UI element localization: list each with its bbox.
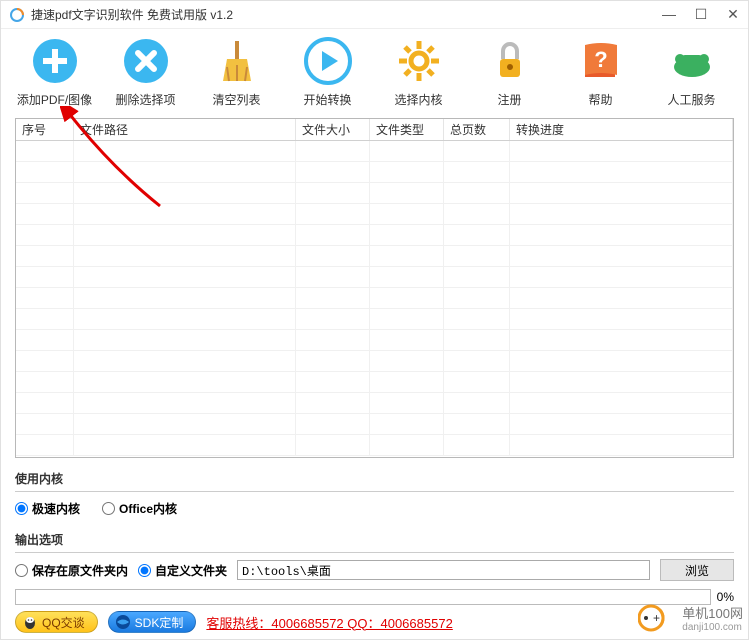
radio-fast-kernel[interactable]: 极速内核 <box>15 500 80 517</box>
add-pdf-button[interactable]: 添加PDF/图像 <box>9 37 100 108</box>
help-button[interactable]: ? 帮助 <box>555 37 646 108</box>
output-path-input[interactable] <box>237 560 650 580</box>
window-title: 捷速pdf文字识别软件 免费试用版 v1.2 <box>31 6 662 23</box>
output-section-label: 输出选项 <box>15 531 734 548</box>
progress-bar <box>15 589 711 605</box>
browse-button[interactable]: 浏览 <box>660 559 734 581</box>
file-table[interactable]: 序号 文件路径 文件大小 文件类型 总页数 转换进度 <box>15 118 734 458</box>
col-pages: 总页数 <box>444 119 510 140</box>
sdk-button[interactable]: SDK定制 <box>108 611 197 633</box>
service-button[interactable]: 人工服务 <box>646 37 737 108</box>
register-button[interactable]: 注册 <box>464 37 555 108</box>
delete-button[interactable]: 删除选择项 <box>100 37 191 108</box>
radio-office-kernel[interactable]: Office内核 <box>102 500 177 517</box>
svg-text:?: ? <box>594 47 607 72</box>
svg-text:+: + <box>653 611 660 625</box>
kernel-button[interactable]: 选择内核 <box>373 37 464 108</box>
start-button[interactable]: 开始转换 <box>282 37 373 108</box>
close-button[interactable]: ✕ <box>726 6 740 23</box>
watermark: + 单机100网 danji100.com <box>638 602 743 634</box>
hotline-link[interactable]: 客服热线：4006685572 QQ：4006685572 <box>206 613 452 632</box>
maximize-button[interactable]: ☐ <box>694 6 708 23</box>
kernel-section-label: 使用内核 <box>15 470 734 487</box>
col-size: 文件大小 <box>296 119 370 140</box>
clear-button[interactable]: 清空列表 <box>191 37 282 108</box>
col-idx: 序号 <box>16 119 74 140</box>
col-type: 文件类型 <box>370 119 444 140</box>
col-path: 文件路径 <box>74 119 296 140</box>
col-progress: 转换进度 <box>510 119 733 140</box>
minimize-button[interactable]: ― <box>662 6 676 23</box>
radio-keep-folder[interactable]: 保存在原文件夹内 <box>15 562 128 579</box>
radio-custom-folder[interactable]: 自定义文件夹 <box>138 562 227 579</box>
qq-chat-button[interactable]: QQ交谈 <box>15 611 98 633</box>
app-icon <box>9 7 25 23</box>
